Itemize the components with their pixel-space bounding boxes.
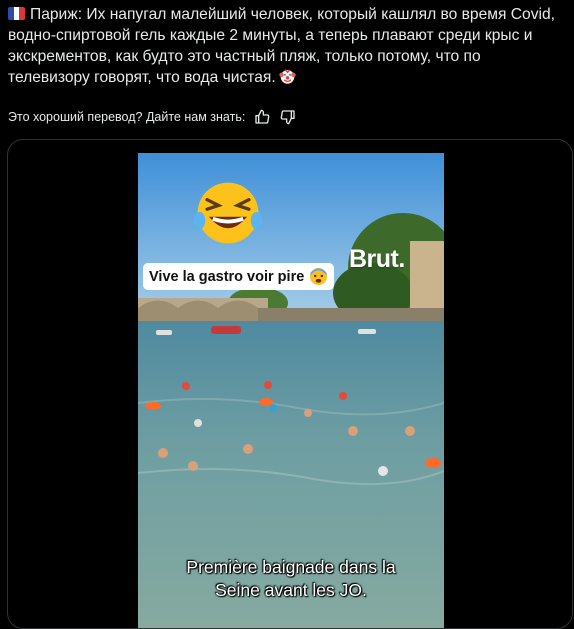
post-text: Париж: Их напугал малейший человек, кото… (8, 4, 564, 88)
subtitle-line-1: Première baignade dans la (186, 557, 396, 577)
fearful-face-icon (310, 267, 328, 286)
brut-logo: Brut. (349, 245, 405, 273)
video-player[interactable]: Vive la gastro voir pire Brut. Première … (138, 153, 444, 628)
video-subtitle: Première baignade dans la Seine avant le… (138, 556, 444, 602)
france-flag-icon (8, 7, 25, 20)
translation-prompt: Это хороший перевод? Дайте нам знать: (8, 110, 246, 124)
video-top-caption: Vive la gastro voir pire (143, 263, 335, 290)
laughing-emoji-icon (193, 182, 263, 244)
media-card[interactable]: Vive la gastro voir pire Brut. Première … (7, 139, 573, 629)
top-caption-text: Vive la gastro voir pire (149, 268, 305, 285)
tweet-post: Париж: Их напугал малейший человек, кото… (0, 0, 574, 629)
clown-face-icon (279, 68, 296, 85)
thumbs-down-icon[interactable] (279, 108, 297, 126)
subtitle-line-2: Seine avant les JO. (215, 580, 367, 600)
translation-feedback: Это хороший перевод? Дайте нам знать: (8, 107, 297, 127)
thumbs-up-icon[interactable] (253, 108, 271, 126)
